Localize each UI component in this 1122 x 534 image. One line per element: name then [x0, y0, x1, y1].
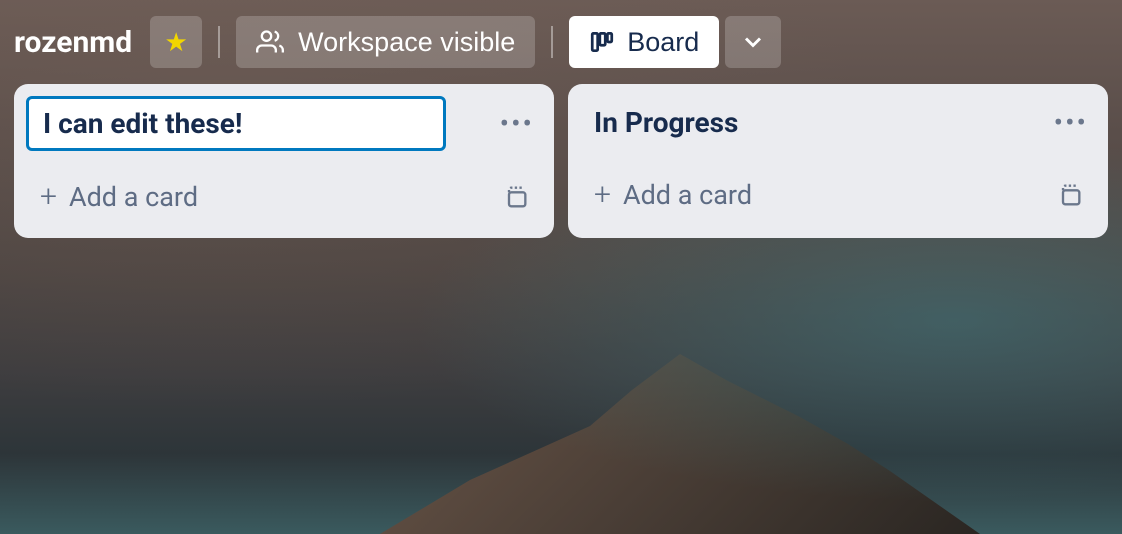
add-card-label: Add a card — [623, 179, 752, 211]
star-button[interactable]: ★ — [150, 16, 202, 68]
visibility-label: Workspace visible — [298, 27, 515, 58]
list-header: ••• — [26, 96, 542, 151]
board-icon — [589, 29, 615, 55]
template-button[interactable] — [1052, 177, 1088, 213]
divider — [551, 26, 553, 58]
add-card-row: + Add a card — [26, 167, 542, 226]
template-icon — [1056, 181, 1084, 209]
ellipsis-icon: ••• — [500, 107, 534, 140]
add-card-label: Add a card — [69, 181, 198, 213]
board-view-label: Board — [627, 27, 699, 58]
list-menu-button[interactable]: ••• — [1046, 108, 1096, 138]
plus-icon: + — [40, 179, 57, 214]
view-switcher-button[interactable] — [725, 16, 781, 68]
template-button[interactable] — [498, 179, 534, 215]
list-header: In Progress ••• — [580, 96, 1096, 149]
board-header: rozenmd ★ Workspace visible Board — [0, 0, 1122, 84]
list-title[interactable]: In Progress — [580, 96, 752, 149]
list: In Progress ••• + Add a card — [568, 84, 1108, 238]
ellipsis-icon: ••• — [1054, 106, 1088, 139]
board-content: ••• + Add a card In Progress ••• — [0, 84, 1122, 238]
divider — [218, 26, 220, 58]
chevron-down-icon — [739, 28, 767, 56]
people-icon — [256, 28, 284, 56]
list-menu-button[interactable]: ••• — [492, 109, 542, 139]
plus-icon: + — [594, 177, 611, 212]
add-card-button[interactable]: + Add a card — [34, 175, 204, 218]
board-view-button[interactable]: Board — [569, 16, 719, 68]
visibility-button[interactable]: Workspace visible — [236, 16, 535, 68]
list-title-input[interactable] — [26, 96, 446, 151]
list: ••• + Add a card — [14, 84, 554, 238]
board-name[interactable]: rozenmd — [14, 25, 132, 60]
add-card-row: + Add a card — [580, 165, 1096, 224]
template-icon — [502, 183, 530, 211]
star-icon: ★ — [165, 27, 188, 58]
add-card-button[interactable]: + Add a card — [588, 173, 758, 216]
